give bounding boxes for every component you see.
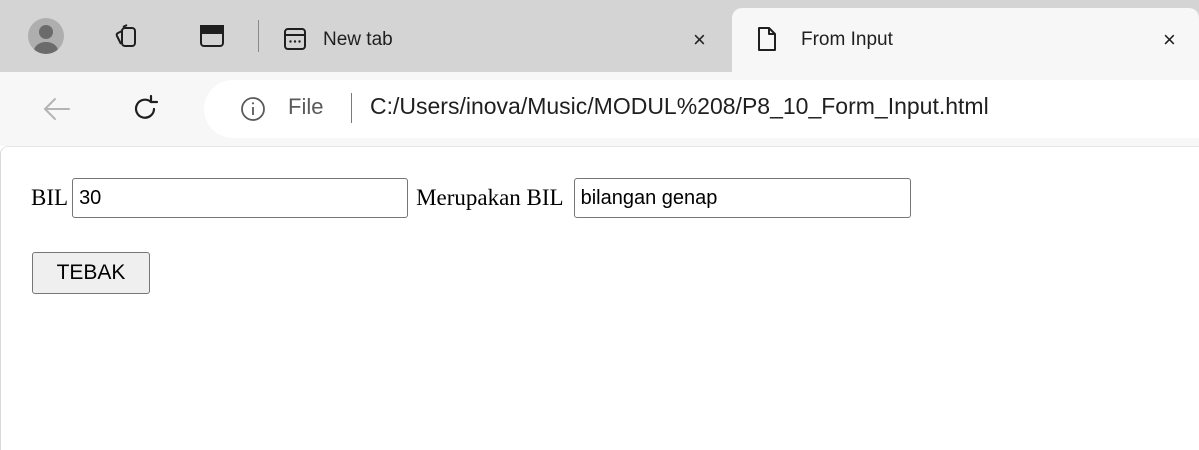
tab-strip-divider <box>258 20 259 52</box>
vertical-tabs-icon[interactable] <box>196 20 228 52</box>
tab-title: From Input <box>801 29 893 50</box>
tab-strip: New tab × From Input × <box>0 0 1199 72</box>
result-label: Merupakan BIL <box>416 185 564 210</box>
workspaces-icon[interactable] <box>110 20 142 52</box>
terminal-icon <box>282 26 308 52</box>
form-row: BIL Merupakan BIL <box>31 178 911 218</box>
profile-avatar-icon[interactable] <box>28 18 64 54</box>
tab-close-icon[interactable]: × <box>1163 29 1176 51</box>
number-input[interactable] <box>72 178 409 218</box>
tab-close-icon[interactable]: × <box>693 29 706 51</box>
tab-title: New tab <box>323 29 393 50</box>
tab-from-input[interactable]: From Input × <box>732 8 1199 72</box>
guess-button[interactable]: TEBAK <box>32 252 150 294</box>
site-info-label[interactable]: File <box>288 94 323 120</box>
info-icon[interactable] <box>238 94 268 124</box>
browser-toolbar: File C:/Users/inova/Music/MODUL%208/P8_1… <box>0 72 1199 146</box>
result-input[interactable] <box>573 178 911 218</box>
number-label: BIL <box>31 185 69 210</box>
page-content: BIL Merupakan BIL TEBAK <box>0 146 1199 450</box>
refresh-icon[interactable] <box>128 92 162 126</box>
address-separator <box>351 93 352 123</box>
page-icon <box>754 25 780 53</box>
tab-new-tab[interactable]: New tab × <box>268 8 730 72</box>
url-text[interactable]: C:/Users/inova/Music/MODUL%208/P8_10_For… <box>370 93 989 120</box>
back-arrow-icon[interactable] <box>40 94 74 124</box>
